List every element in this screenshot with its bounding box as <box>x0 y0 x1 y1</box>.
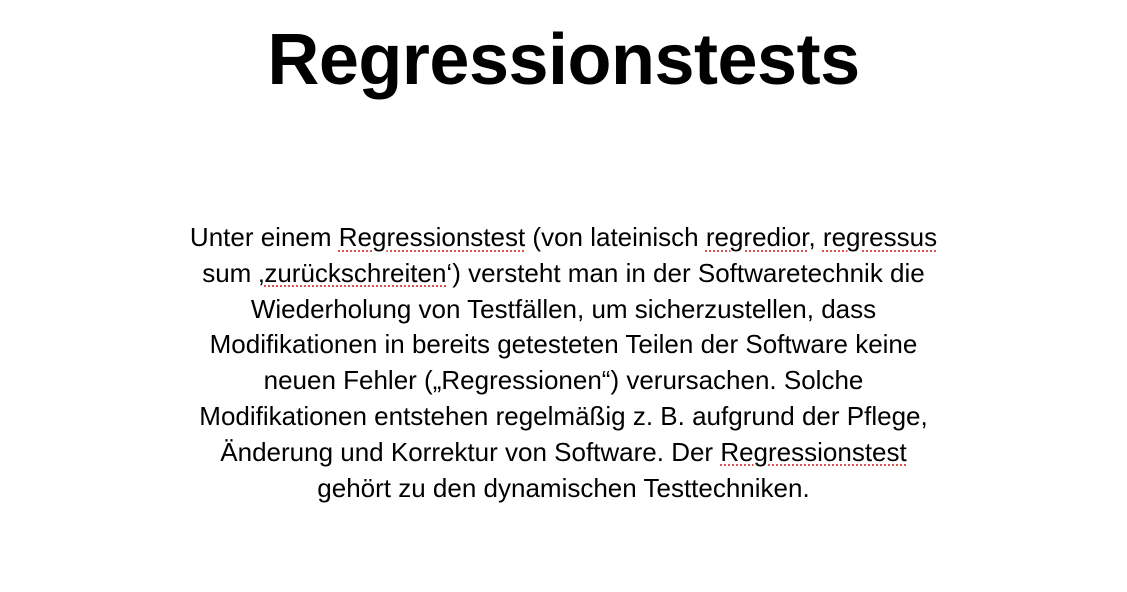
text-segment: Unter einem <box>189 222 339 252</box>
spellcheck-flagged-word: zurückschreiten <box>264 257 447 288</box>
body-text-line: gehört zu den dynamischen Testtechniken. <box>100 471 1027 507</box>
spellcheck-flagged-word: regredior <box>705 222 809 252</box>
text-segment: sum ‚ <box>202 257 265 288</box>
slide-title: Regressionstests <box>267 20 860 100</box>
text-segment: gehört zu den dynamischen Testtechniken. <box>317 472 810 503</box>
spellcheck-flagged-word: Regressionstest <box>720 436 907 467</box>
text-segment: Änderung und Korrektur von Software. Der <box>220 436 721 467</box>
slide: Regressionstests Unter einem Regressions… <box>0 0 1127 592</box>
text-segment: Modifikationen entstehen regelmäßig z. B… <box>199 400 928 431</box>
text-segment: (von lateinisch <box>525 222 706 252</box>
spellcheck-flagged-word: Regressionstest <box>338 222 526 252</box>
slide-body-text: Unter einem Regressionstest (von lateini… <box>100 220 1027 506</box>
body-text-line: Wiederholung von Testfällen, um sicherzu… <box>100 292 1027 328</box>
text-segment: Modifikationen in bereits getesteten Tei… <box>209 329 918 360</box>
body-text-line: Änderung und Korrektur von Software. Der… <box>100 435 1027 471</box>
text-segment: neuen Fehler („Regressionen“) verursache… <box>263 365 864 396</box>
body-text-line: Unter einem Regressionstest (von lateini… <box>100 220 1027 256</box>
text-segment: Wiederholung von Testfällen, um sicherzu… <box>250 293 877 324</box>
body-text-line: Modifikationen entstehen regelmäßig z. B… <box>100 399 1027 435</box>
text-segment: , <box>808 222 823 252</box>
body-text-line: Modifikationen in bereits getesteten Tei… <box>100 327 1027 363</box>
body-text-line: sum ‚zurückschreiten‘) versteht man in d… <box>100 256 1027 292</box>
body-text-line: neuen Fehler („Regressionen“) verursache… <box>100 363 1027 399</box>
text-segment: ‘) versteht man in der Softwaretechnik d… <box>446 257 925 288</box>
spellcheck-flagged-word: regressus <box>822 222 938 252</box>
